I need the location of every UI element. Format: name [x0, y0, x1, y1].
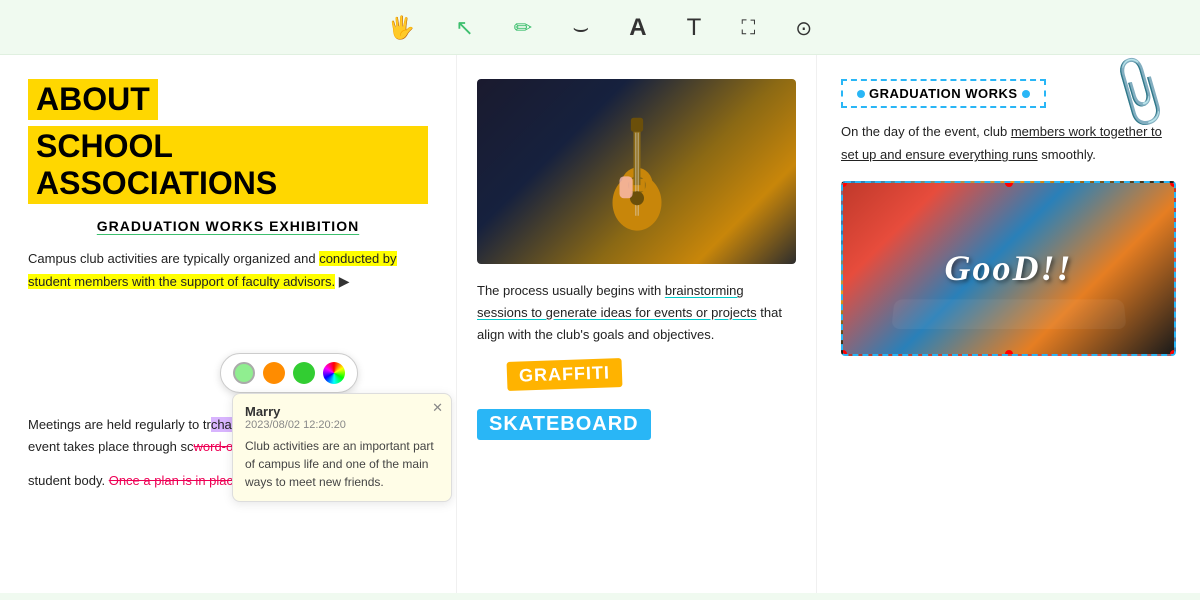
tag-tool-icon[interactable]: ⊙	[795, 16, 812, 41]
right-body-text: On the day of the event, club members wo…	[841, 120, 1176, 167]
selection-handle-tr	[1170, 181, 1176, 187]
right-column: GRADUATION WORKS On the day of the event…	[816, 55, 1200, 593]
selection-handle-tl	[841, 181, 847, 187]
toolbar: 🖐 ↖ ✏ ⌣ A T ⛶ ⊙	[0, 0, 1200, 55]
tags-area: GRAFFITI SKATEBOARD	[477, 360, 796, 440]
associations-title: SCHOOL ASSOCIATIONS	[28, 126, 428, 204]
text-tool-icon[interactable]: T	[687, 14, 702, 42]
skate-overlay-text: GooD!!	[944, 247, 1072, 289]
hand-tool-icon[interactable]: 🖐	[388, 15, 415, 41]
graffiti-tag: GRAFFITI	[507, 358, 623, 391]
guitar-svg	[592, 102, 682, 242]
exhibition-heading: GRADUATION WORKS EXHIBITION	[28, 218, 428, 234]
pen-tool-icon[interactable]: ✏	[514, 15, 532, 41]
crop-tool-icon[interactable]: ⛶	[741, 17, 755, 40]
comment-author: Marry	[245, 404, 439, 419]
underline-tool-icon[interactable]: ⌣	[572, 12, 589, 44]
left-body-text: Campus club activities are typically org…	[28, 248, 428, 294]
selection-handle-bl	[841, 350, 847, 356]
right-underlined-text: members work together to set up and ensu…	[841, 124, 1162, 162]
comment-popup: ✕ Marry 2023/08/02 12:20:20 Club activit…	[232, 393, 452, 502]
comment-date: 2023/08/02 12:20:20	[245, 419, 439, 431]
selection-handle-tm	[1005, 181, 1013, 187]
selection-handle-bm	[1005, 350, 1013, 356]
para1-before: Campus club activities are typically org…	[28, 251, 319, 266]
mid-paragraph: The process usually begins with brainsto…	[477, 280, 796, 346]
cursor-in-text: ▶	[339, 270, 350, 294]
about-title: ABOUT	[28, 79, 158, 120]
skate-bg: GooD!!	[843, 183, 1174, 354]
mid-underlined-text: brainstorming sessions to generate ideas…	[477, 283, 757, 320]
badge-dot-right	[1022, 90, 1030, 98]
color-green-light[interactable]	[233, 362, 255, 384]
guitar-image	[477, 79, 796, 264]
content-area: ABOUT SCHOOL ASSOCIATIONS GRADUATION WOR…	[0, 55, 1200, 593]
badge-dot-left	[857, 90, 865, 98]
skate-deck	[891, 299, 1126, 329]
color-picker	[220, 353, 358, 393]
middle-body-text: The process usually begins with brainsto…	[477, 280, 796, 346]
left-column: ABOUT SCHOOL ASSOCIATIONS GRADUATION WOR…	[0, 55, 456, 593]
comment-close-button[interactable]: ✕	[432, 400, 443, 416]
comment-text: Club activities are an important part of…	[245, 437, 439, 491]
skateboard-image: GooD!!	[841, 181, 1176, 356]
middle-column: The process usually begins with brainsto…	[456, 55, 816, 593]
font-tool-icon[interactable]: A	[629, 14, 646, 42]
cursor-tool-icon[interactable]: ↖	[455, 15, 473, 41]
badge-text: GRADUATION WORKS	[869, 86, 1018, 101]
selection-handle-br	[1170, 350, 1176, 356]
paragraph-1: Campus club activities are typically org…	[28, 248, 428, 294]
graduation-works-badge: GRADUATION WORKS	[841, 79, 1046, 108]
color-green[interactable]	[293, 362, 315, 384]
color-orange[interactable]	[263, 362, 285, 384]
skateboard-tag: SKATEBOARD	[477, 409, 651, 440]
color-rainbow[interactable]	[323, 362, 345, 384]
